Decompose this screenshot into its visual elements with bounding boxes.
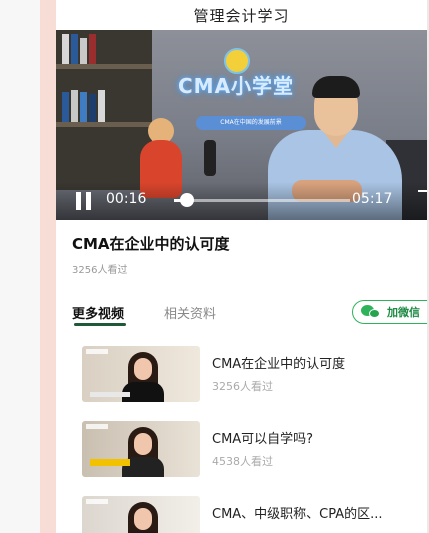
list-item-views: 4538人看过 bbox=[212, 455, 273, 468]
studio-sign-subtitle: CMA在中国的发展前景 bbox=[196, 116, 306, 130]
pause-icon[interactable] bbox=[76, 192, 92, 210]
vase bbox=[204, 140, 216, 176]
video-thumbnail bbox=[82, 421, 200, 477]
wechat-icon bbox=[361, 305, 381, 319]
fullscreen-icon[interactable] bbox=[418, 190, 427, 206]
add-wechat-button[interactable]: 加微信 bbox=[352, 300, 427, 324]
video-view-count: 3256人看过 bbox=[72, 265, 128, 276]
current-time: 00:16 bbox=[106, 191, 147, 207]
video-player[interactable]: CMA小学堂 CMA在中国的发展前景 00:16 05:17 bbox=[56, 30, 427, 220]
list-item[interactable]: CMA、中级职称、CPA的区... bbox=[82, 496, 427, 533]
list-item[interactable]: CMA可以自学吗? 4538人看过 bbox=[82, 421, 427, 481]
video-thumbnail bbox=[82, 496, 200, 533]
app-screen: 管理会计学习 CMA小学堂 CMA在中国的发展前景 00:16 05:17 CM… bbox=[56, 0, 427, 533]
tab-more-videos[interactable]: 更多视频 bbox=[72, 303, 124, 322]
page-title: 管理会计学习 bbox=[193, 6, 290, 25]
add-wechat-label: 加微信 bbox=[387, 306, 420, 319]
list-item[interactable]: CMA在企业中的认可度 3256人看过 bbox=[82, 346, 427, 406]
tab-related-materials[interactable]: 相关资料 bbox=[164, 303, 216, 322]
active-tab-indicator bbox=[74, 323, 126, 326]
list-item-views: 3256人看过 bbox=[212, 380, 273, 393]
title-bar: 管理会计学习 bbox=[56, 0, 427, 30]
list-item-title: CMA可以自学吗? bbox=[212, 432, 314, 447]
progress-knob[interactable] bbox=[179, 193, 194, 207]
list-item-title: CMA、中级职称、CPA的区... bbox=[212, 507, 383, 522]
progress-bar[interactable] bbox=[174, 199, 350, 202]
video-thumbnail bbox=[82, 346, 200, 402]
list-item-title: CMA在企业中的认可度 bbox=[212, 357, 346, 372]
video-title: CMA在企业中的认可度 bbox=[72, 235, 230, 253]
total-time: 05:17 bbox=[352, 191, 393, 207]
left-margin bbox=[0, 0, 40, 533]
left-accent-stripe bbox=[40, 0, 56, 533]
